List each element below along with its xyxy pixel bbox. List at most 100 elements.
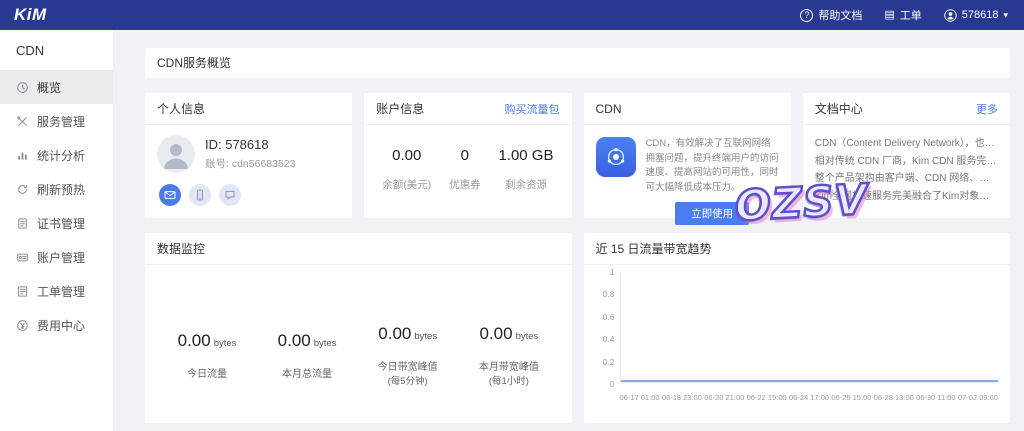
user-id-text: ID: 578618 xyxy=(205,137,295,152)
sidebar-item-label: 工单管理 xyxy=(37,283,85,300)
certificate-icon xyxy=(16,217,29,230)
user-menu[interactable]: 578618 ▾ xyxy=(944,9,1008,22)
user-icon xyxy=(944,9,957,22)
x-tick: 06-20 21:00 xyxy=(704,393,744,402)
sidebar-item-label: 概览 xyxy=(37,79,61,96)
doc-link[interactable]: CDN（Content Delivery Network），也即内容分发... xyxy=(815,135,998,153)
x-tick: 06-17 01:00 xyxy=(620,393,660,402)
personal-info-title: 个人信息 xyxy=(157,100,205,117)
work-order-link[interactable]: ▤ 工单 xyxy=(884,7,921,23)
today-peak-stat: 0.00bytes 今日带宽峰值 (每5分钟) xyxy=(378,324,438,388)
sidebar-item-work-orders[interactable]: 工单管理 xyxy=(0,274,113,308)
y-tick: 0.6 xyxy=(603,312,615,322)
buy-traffic-link[interactable]: 购买流量包 xyxy=(505,101,560,117)
chart-y-axis: 1 0.8 0.6 0.4 0.2 0 xyxy=(592,267,620,389)
x-tick: 06-24 17:00 xyxy=(789,393,829,402)
page-title-card: CDN服务概览 xyxy=(145,48,1010,78)
work-order-label: 工单 xyxy=(900,7,922,23)
sidebar: CDN 概览 服务管理 统计分析 刷新预热 证书管理 xyxy=(0,30,113,431)
x-tick: 06-28 13:00 xyxy=(874,393,914,402)
month-traffic-value: 0.00 xyxy=(278,331,311,350)
help-docs-label: 帮助文档 xyxy=(818,7,862,23)
billing-icon xyxy=(16,319,29,332)
sidebar-item-label: 统计分析 xyxy=(37,147,85,164)
doc-link[interactable]: 整个产品架构由客户端、CDN 网络、企业源站... xyxy=(815,170,998,188)
month-peak-sublabel: (每1小时) xyxy=(479,375,539,388)
coupon-stat: 0 优惠券 xyxy=(449,147,481,192)
sidebar-item-overview[interactable]: 概览 xyxy=(0,70,113,104)
x-tick: 06-18 23:00 xyxy=(662,393,702,402)
use-now-button[interactable]: 立即使用 xyxy=(675,202,749,225)
docs-card-title: 文档中心 xyxy=(815,100,863,117)
sidebar-item-account-mgmt[interactable]: 账户管理 xyxy=(0,240,113,274)
month-traffic-label: 本月总流量 xyxy=(278,367,337,382)
mail-icon[interactable] xyxy=(159,184,181,206)
wechat-icon[interactable] xyxy=(219,184,241,206)
docs-more-link[interactable]: 更多 xyxy=(976,101,998,117)
sidebar-item-statistics[interactable]: 统计分析 xyxy=(0,138,113,172)
today-traffic-stat: 0.00bytes 今日流量 xyxy=(178,331,237,382)
y-tick: 0.4 xyxy=(603,334,615,344)
account-number-text: 账号: cdn56683523 xyxy=(205,156,295,171)
account-info-title: 账户信息 xyxy=(376,100,424,117)
sidebar-item-certificates[interactable]: 证书管理 xyxy=(0,206,113,240)
x-tick: 07-02 09:00 xyxy=(958,393,998,402)
sidebar-title: CDN xyxy=(0,30,113,70)
refresh-icon xyxy=(16,183,29,196)
data-monitoring-title: 数据监控 xyxy=(157,240,205,257)
user-id-label: 578618 xyxy=(962,9,999,21)
id-card-icon xyxy=(16,251,29,264)
month-peak-value: 0.00 xyxy=(479,324,512,343)
ticket-list-icon xyxy=(16,285,29,298)
coupon-value: 0 xyxy=(449,147,481,164)
remaining-label: 剩余资源 xyxy=(498,177,553,192)
today-traffic-value: 0.00 xyxy=(178,331,211,350)
data-monitoring-card: 数据监控 0.00bytes 今日流量 0.00bytes 本月总流量 0.00… xyxy=(145,233,572,423)
logo[interactable]: KiM xyxy=(0,5,61,25)
today-traffic-unit: bytes xyxy=(214,338,237,349)
trend-chart-card: 近 15 日流量带宽趋势 1 0.8 0.6 0.4 0.2 0 xyxy=(584,233,1011,423)
doc-link[interactable]: 相对传统 CDN 厂商，Kim CDN 服务完全实现全自... xyxy=(815,153,998,171)
sidebar-item-label: 账户管理 xyxy=(37,249,85,266)
today-peak-sublabel: (每5分钟) xyxy=(378,375,438,388)
docs-card: 文档中心 更多 CDN（Content Delivery Network），也即… xyxy=(803,93,1010,218)
page-title: CDN服务概览 xyxy=(157,56,231,70)
sidebar-item-label: 证书管理 xyxy=(37,215,85,232)
top-navbar: KiM ? 帮助文档 ▤ 工单 578618 ▾ xyxy=(0,0,1024,30)
main-content: CDN服务概览 个人信息 ID: 578618 xyxy=(113,30,1024,431)
work-order-icon: ▤ xyxy=(884,10,894,21)
chart-plot-area[interactable] xyxy=(620,273,999,383)
cdn-card: CDN CDN，有效解决了互联网网络拥塞问题，提升终端用户的访问速度、提高网站的… xyxy=(584,93,791,218)
help-docs-link[interactable]: ? 帮助文档 xyxy=(800,7,862,23)
cdn-description: CDN，有效解决了互联网网络拥塞问题，提升终端用户的访问速度、提高网站的可用性，… xyxy=(646,137,779,196)
help-icon: ? xyxy=(800,9,813,22)
coupon-label: 优惠券 xyxy=(449,177,481,192)
month-traffic-unit: bytes xyxy=(314,338,337,349)
tools-icon xyxy=(16,115,29,128)
month-peak-unit: bytes xyxy=(516,331,539,342)
overview-icon xyxy=(16,81,29,94)
chevron-down-icon: ▾ xyxy=(1003,10,1008,21)
cdn-card-title: CDN xyxy=(596,102,622,116)
x-tick: 06-22 19:00 xyxy=(747,393,787,402)
personal-info-card: 个人信息 ID: 578618 账号: cdn56683523 xyxy=(145,93,352,218)
remaining-value: 1.00 GB xyxy=(498,147,553,164)
today-peak-label: 今日带宽峰值 xyxy=(378,360,438,375)
trend-chart-title: 近 15 日流量带宽趋势 xyxy=(596,240,712,257)
sidebar-item-service-mgmt[interactable]: 服务管理 xyxy=(0,104,113,138)
doc-link[interactable]: Kim全网加速服务完美融合了Kim对象存储和 CDN... xyxy=(815,188,998,206)
chart-x-axis: 06-17 01:00 06-18 23:00 06-20 21:00 06-2… xyxy=(620,393,999,402)
balance-value: 0.00 xyxy=(382,147,431,164)
chart-line xyxy=(621,380,999,382)
y-tick: 1 xyxy=(610,267,615,277)
today-traffic-label: 今日流量 xyxy=(178,367,237,382)
avatar xyxy=(157,135,195,173)
account-info-card: 账户信息 购买流量包 0.00 余额(美元) 0 优惠券 1.00 GB 剩余资… xyxy=(364,93,571,218)
sidebar-item-billing[interactable]: 费用中心 xyxy=(0,308,113,342)
sidebar-item-label: 刷新预热 xyxy=(37,181,85,198)
today-peak-value: 0.00 xyxy=(378,324,411,343)
sidebar-item-refresh-preheat[interactable]: 刷新预热 xyxy=(0,172,113,206)
month-traffic-stat: 0.00bytes 本月总流量 xyxy=(278,331,337,382)
remaining-stat: 1.00 GB 剩余资源 xyxy=(498,147,553,192)
phone-icon[interactable] xyxy=(189,184,211,206)
